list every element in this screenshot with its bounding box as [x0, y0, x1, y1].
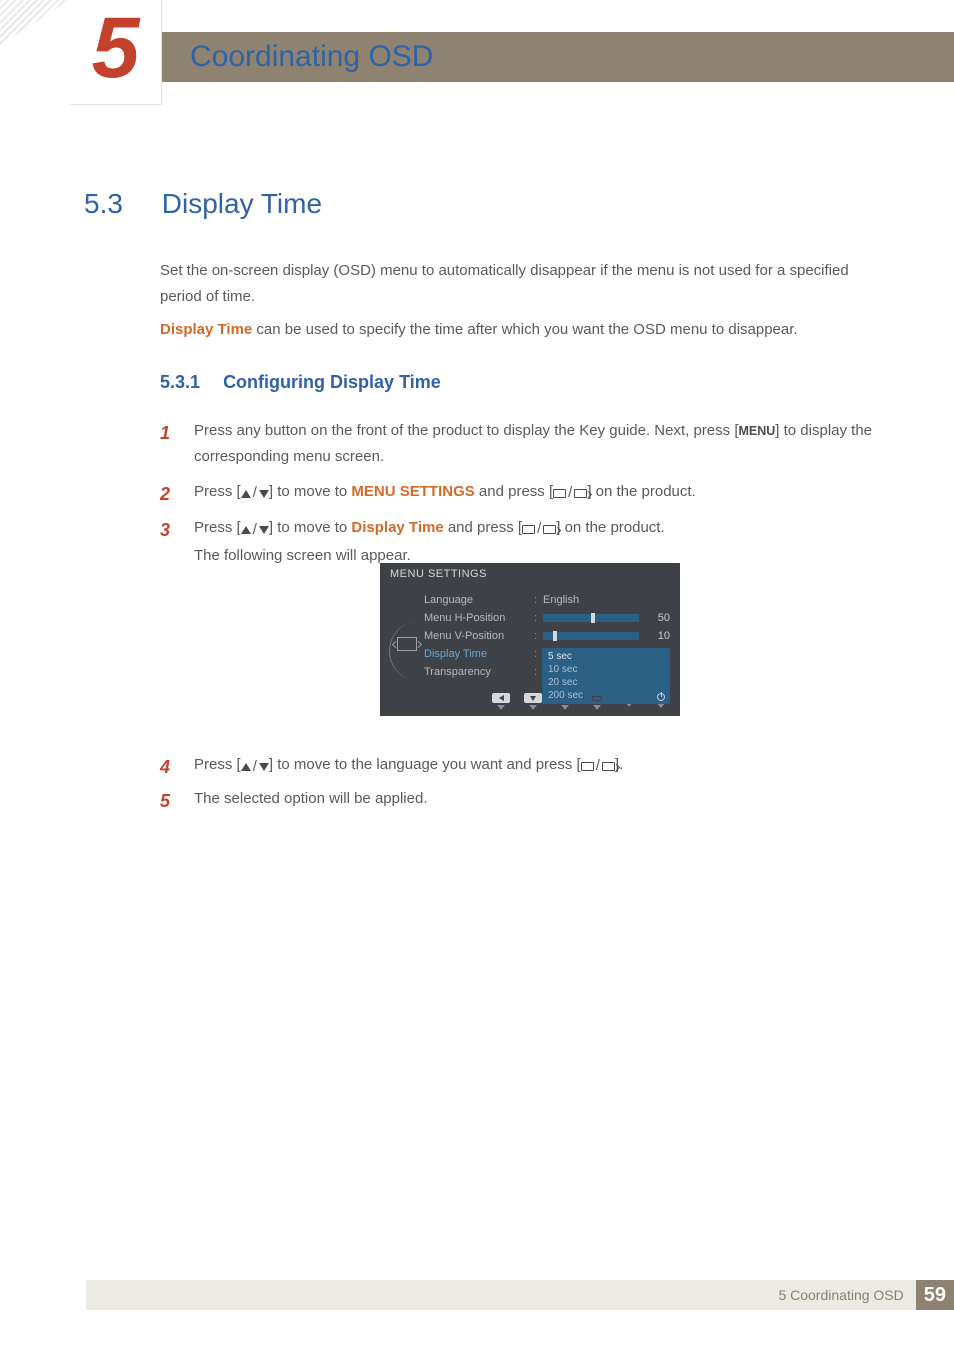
corner-hatch	[0, 0, 70, 45]
osd-label-hpos: Menu H-Position	[424, 609, 534, 627]
osd-body: Language Menu H-Position Menu V-Position…	[380, 585, 680, 689]
osd-dropdown-display-time: 5 sec 10 sec 20 sec 200 sec	[542, 648, 670, 704]
source-enter-icon: /	[581, 753, 615, 779]
osd-category-icon	[397, 637, 417, 651]
page-footer: 5 Coordinating OSD 59	[86, 1280, 954, 1310]
up-down-icon: /	[241, 754, 269, 780]
up-down-icon: /	[241, 480, 269, 506]
section-number: 5.3	[84, 188, 154, 220]
footer-crumb: 5 Coordinating OSD	[778, 1287, 903, 1303]
osd-slider-vpos	[543, 632, 639, 640]
step-1: 1 Press any button on the front of the p…	[160, 418, 894, 471]
chapter-number: 5	[92, 5, 140, 91]
osd-btn-down	[522, 693, 544, 710]
osd-label-transparency: Transparency	[424, 663, 534, 681]
highlight-display-time: Display Time	[160, 321, 252, 338]
osd-value-language: English	[543, 594, 579, 606]
menu-label: MENU	[738, 424, 775, 438]
subsection-heading: 5.3.1 Configuring Display Time	[160, 372, 441, 393]
osd-slider-hpos	[543, 614, 639, 622]
osd-label-vpos: Menu V-Position	[424, 627, 534, 645]
source-enter-icon: /	[553, 480, 587, 506]
osd-screenshot: MENU SETTINGS Language Menu H-Position M…	[380, 563, 680, 716]
footer-page-number: 59	[916, 1280, 954, 1310]
subsection-title: Configuring Display Time	[223, 372, 441, 392]
section-heading: 5.3 Display Time	[84, 188, 322, 220]
steps-list: 1 Press any button on the front of the p…	[160, 418, 894, 577]
step-2: 2 Press [/] to move to MENU SETTINGS and…	[160, 479, 894, 507]
step-4: 4 Press [/] to move to the language you …	[160, 752, 894, 780]
steps-list-cont: 4 Press [/] to move to the language you …	[160, 752, 894, 818]
paragraph-2: Display Time can be used to specify the …	[160, 317, 894, 343]
chapter-badge: 5	[70, 0, 162, 105]
osd-btn-left	[490, 693, 512, 710]
section-title: Display Time	[162, 188, 322, 219]
source-enter-icon: /	[522, 516, 556, 542]
up-down-icon: /	[241, 517, 269, 543]
osd-label-display-time: Display Time	[424, 645, 534, 663]
chapter-title: Coordinating OSD	[190, 32, 433, 82]
subsection-number: 5.3.1	[160, 372, 200, 392]
intro-paragraph: Set the on-screen display (OSD) menu to …	[160, 258, 894, 309]
step-5: 5 The selected option will be applied.	[160, 786, 894, 812]
step-3: 3 Press [/] to move to Display Time and …	[160, 515, 894, 569]
osd-label-language: Language	[424, 591, 534, 609]
osd-title: MENU SETTINGS	[380, 563, 680, 585]
